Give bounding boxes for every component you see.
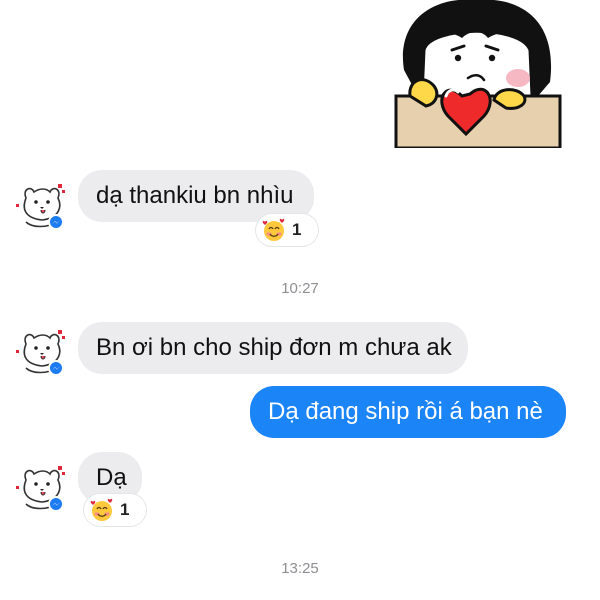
messenger-icon xyxy=(48,214,64,230)
message-reaction[interactable]: 1 xyxy=(256,214,318,246)
message-bubble-outgoing[interactable]: Dạ đang ship rồi á bạn nè xyxy=(250,386,566,438)
reaction-count: 1 xyxy=(120,500,130,519)
girl-holding-heart-sticker[interactable] xyxy=(390,0,570,150)
smiling-face-with-hearts-icon xyxy=(262,218,285,241)
timestamp: 13:25 xyxy=(281,560,319,577)
avatar[interactable] xyxy=(14,178,68,232)
message-text: dạ thankiu bn nhìu xyxy=(96,182,294,209)
message-text: Dạ đang ship rồi á bạn nè xyxy=(268,398,543,425)
smiling-face-with-hearts-icon xyxy=(90,498,113,521)
avatar[interactable] xyxy=(14,324,68,378)
messenger-icon xyxy=(48,496,64,512)
avatar[interactable] xyxy=(14,460,68,514)
message-text: Dạ xyxy=(96,464,127,491)
message-reaction[interactable]: 1 xyxy=(84,494,146,526)
reaction-count: 1 xyxy=(292,220,302,239)
timestamp: 10:27 xyxy=(281,280,319,297)
message-text: Bn ơi bn cho ship đơn m chưa ak xyxy=(96,334,452,361)
messenger-icon xyxy=(48,360,64,376)
message-bubble-incoming[interactable]: Bn ơi bn cho ship đơn m chưa ak xyxy=(78,322,468,374)
